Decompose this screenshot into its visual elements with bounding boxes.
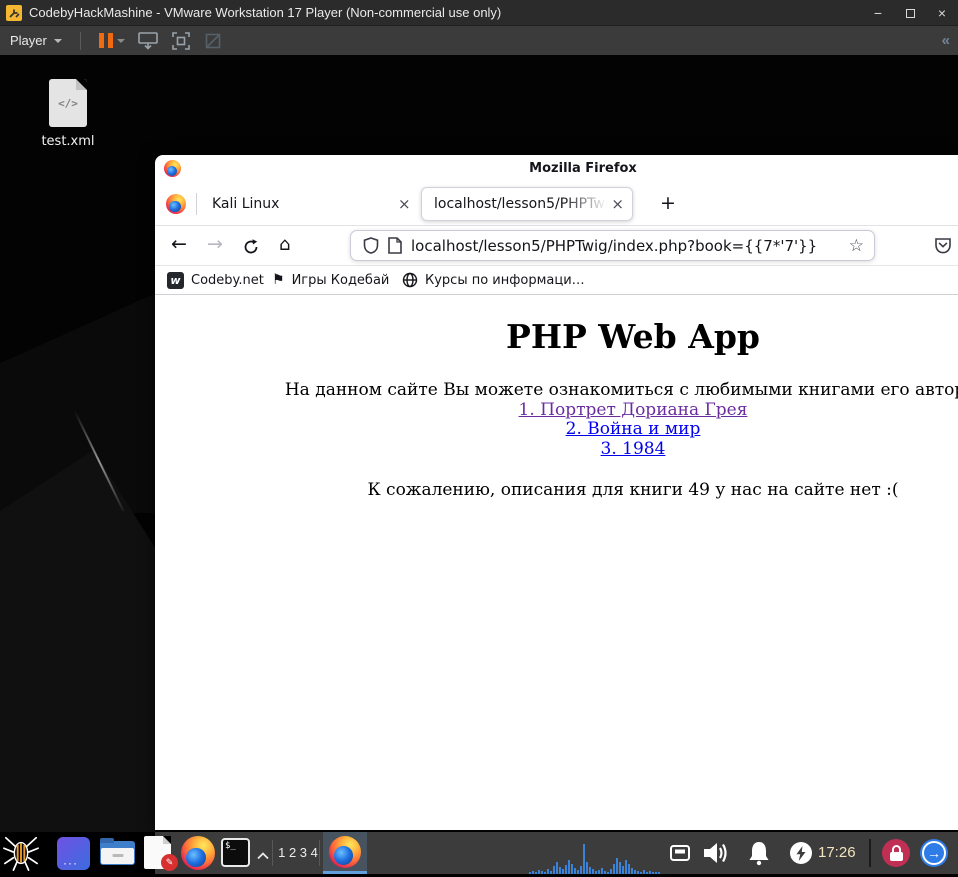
logout-button[interactable]: → (920, 839, 948, 867)
dots-glyph: ··· (63, 856, 78, 870)
separator (869, 839, 871, 867)
book-link-2[interactable]: 2. Война и мир (155, 419, 958, 440)
book-link-3[interactable]: 3. 1984 (155, 439, 958, 460)
bookmark-codeby[interactable]: w Codeby.net (167, 266, 264, 294)
kali-menu-button[interactable] (2, 834, 40, 872)
vmware-window-title: CodebyHackMashine - VMware Workstation 1… (29, 5, 502, 20)
vmware-titlebar: CodebyHackMashine - VMware Workstation 1… (0, 0, 958, 26)
forward-button: → (207, 233, 223, 255)
guest-desktop: </> test.xml Mozilla Firefox Kali Linux … (0, 55, 958, 832)
clock[interactable]: 17:26 (818, 844, 856, 861)
vmware-logo-icon (6, 4, 22, 21)
send-ctrl-alt-del-button[interactable] (138, 31, 158, 50)
bookmark-label: Игры Кодебай (291, 272, 390, 288)
close-tab-icon[interactable]: × (611, 195, 624, 213)
navigation-toolbar: ← → ⌂ localhost/lesson5/PHPTwig/index.ph… (155, 226, 958, 266)
close-button[interactable]: × (926, 0, 958, 26)
firefox-icon (329, 835, 361, 868)
page-info-icon[interactable] (388, 237, 402, 254)
player-menu-button[interactable]: Player (0, 26, 72, 55)
firefox-view-icon[interactable] (166, 194, 186, 214)
taskbar-firefox-window-button[interactable] (323, 832, 367, 874)
power-manager-icon[interactable] (790, 842, 812, 864)
tab-bar: Kali Linux × localhost/lesson5/PHPTwig/i… (155, 182, 958, 226)
maximize-button[interactable] (894, 0, 926, 26)
volume-icon[interactable] (704, 841, 730, 870)
new-tab-button[interactable]: + (660, 192, 676, 214)
bookmark-courses[interactable]: Курсы по информаци… (402, 266, 585, 294)
flag-icon: ⚑ (272, 272, 285, 288)
xml-file-icon: </> (49, 79, 87, 127)
text-editor-icon[interactable]: ✎ (144, 836, 178, 871)
close-tab-icon[interactable]: × (398, 195, 411, 213)
globe-icon (402, 272, 418, 288)
maximize-icon (905, 8, 915, 18)
display-tray-icon[interactable] (670, 845, 690, 866)
lock-screen-button[interactable] (882, 839, 910, 867)
vmware-toolbar: Player « (0, 26, 958, 55)
firefox-titlebar: Mozilla Firefox (155, 155, 958, 182)
url-text[interactable]: localhost/lesson5/PHPTwig/index.php?book… (411, 237, 840, 255)
minimize-button[interactable]: − (862, 0, 894, 26)
separator (272, 840, 273, 866)
firefox-launcher-icon[interactable] (181, 836, 215, 870)
file-manager-icon[interactable] (100, 838, 135, 868)
pencil-icon: ✎ (161, 854, 178, 871)
bookmarks-toolbar: w Codeby.net ⚑ Игры Кодебай Курсы по инф… (155, 266, 958, 295)
separator (79, 31, 81, 50)
page-content: PHP Web App На данном сайте Вы можете оз… (155, 295, 958, 830)
firefox-window: Mozilla Firefox Kali Linux × localhost/l… (155, 155, 958, 830)
separator (196, 193, 197, 215)
chevron-down-icon[interactable] (116, 38, 125, 43)
tab-label: localhost/lesson5/PHPTwig/i (434, 196, 612, 212)
separator (319, 840, 320, 866)
collapse-toolbar-button[interactable]: « (942, 32, 950, 49)
tab-kali-linux[interactable]: Kali Linux (212, 196, 279, 212)
home-button[interactable]: ⌂ (279, 234, 290, 255)
firefox-window-title: Mozilla Firefox (529, 161, 637, 176)
pocket-icon[interactable] (933, 235, 953, 259)
arrow-right-icon: → (927, 845, 941, 861)
notifications-bell-icon[interactable] (747, 840, 771, 871)
bookmark-games[interactable]: ⚑ Игры Кодебай (272, 266, 389, 294)
terminal-icon[interactable]: $_ (221, 838, 250, 867)
multiple-monitors-button-disabled (204, 32, 222, 50)
bookmark-star-icon[interactable]: ☆ (849, 236, 864, 256)
workspace-switcher[interactable]: 1 2 3 4 (276, 845, 320, 860)
shield-icon[interactable] (363, 237, 379, 254)
chevron-up-icon[interactable] (257, 847, 269, 865)
folder-front (101, 848, 134, 864)
code-glyph: </> (58, 96, 78, 110)
fullscreen-button[interactable] (172, 31, 190, 50)
book-link-1[interactable]: 1. Портрет Дориана Грея (155, 400, 958, 421)
chevron-down-icon (53, 38, 62, 43)
intro-text: На данном сайте Вы можете ознакомиться с… (284, 380, 958, 400)
back-button[interactable]: ← (171, 233, 187, 255)
page-title: PHP Web App (506, 317, 760, 356)
not-found-message: К сожалению, описания для книги 49 у нас… (367, 480, 899, 500)
reload-button[interactable] (243, 238, 259, 260)
firefox-logo-icon (164, 160, 181, 177)
url-bar[interactable]: localhost/lesson5/PHPTwig/index.php?book… (350, 230, 875, 261)
desktop-file-label: test.xml (41, 134, 95, 149)
bookmark-label: Курсы по информаци… (425, 272, 585, 288)
suspend-vm-button[interactable] (98, 33, 113, 48)
network-monitor-graph (529, 844, 660, 874)
bookmark-label: Codeby.net (191, 272, 264, 288)
desktop-file-test-xml[interactable]: </> test.xml (29, 79, 107, 149)
taskbar: ··· ✎ $_ 1 2 3 4 17:26 → (0, 832, 958, 874)
codeby-favicon: w (167, 271, 184, 289)
tab-localhost-active[interactable]: localhost/lesson5/PHPTwig/i × (421, 187, 633, 221)
app-launcher-icon[interactable]: ··· (57, 837, 90, 870)
